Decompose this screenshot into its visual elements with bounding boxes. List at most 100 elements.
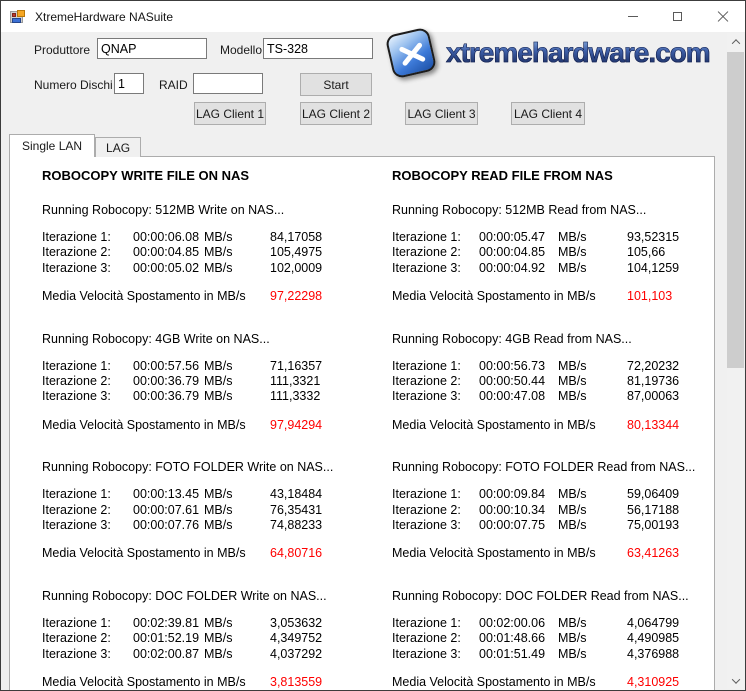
app-icon [10, 9, 26, 24]
logo-text: xtremehardware.com [446, 37, 710, 69]
iteration-row: Iterazione 2:00:01:52.19MB/s4,349752 [42, 631, 372, 646]
raid-input[interactable] [193, 73, 263, 94]
write-test-foto-folder: Running Robocopy: FOTO FOLDER Write on N… [42, 460, 372, 562]
media-value: 64,80716 [270, 546, 372, 561]
iteration-label: Iterazione 3: [392, 518, 479, 533]
iteration-time: 00:00:06.08 [133, 230, 204, 245]
iteration-row: Iterazione 3:00:00:07.75MB/s75,00193 [392, 518, 710, 533]
iteration-value: 81,19736 [627, 374, 710, 389]
iteration-time: 00:00:04.85 [479, 245, 558, 260]
iteration-value: 104,1259 [627, 261, 710, 276]
iteration-label: Iterazione 1: [392, 616, 479, 631]
iteration-time: 00:02:39.81 [133, 616, 204, 631]
write-test-doc-folder: Running Robocopy: DOC FOLDER Write on NA… [42, 589, 372, 691]
media-label: Media Velocità Spostamento in MB/s [392, 418, 627, 433]
chevron-down-icon [731, 675, 739, 683]
write-test-4gb: Running Robocopy: 4GB Write on NAS... It… [42, 332, 372, 434]
media-row: Media Velocità Spostamento in MB/s97,222… [42, 289, 372, 304]
iteration-label: Iterazione 2: [42, 503, 133, 518]
produttore-label: Produttore [34, 43, 90, 57]
lag-client-2-button[interactable]: LAG Client 2 [300, 102, 372, 125]
iteration-row: Iterazione 3:00:02:00.87MB/s4,037292 [42, 647, 372, 662]
iteration-value: 4,349752 [270, 631, 372, 646]
iteration-row: Iterazione 1:00:00:06.08MB/s84,17058 [42, 230, 372, 245]
iteration-unit: MB/s [558, 631, 627, 646]
media-label: Media Velocità Spostamento in MB/s [392, 289, 627, 304]
iteration-value: 76,35431 [270, 503, 372, 518]
vertical-scrollbar[interactable] [727, 33, 744, 689]
iteration-unit: MB/s [558, 503, 627, 518]
numero-dischi-label: Numero Dischi [34, 78, 113, 92]
iteration-label: Iterazione 3: [42, 518, 133, 533]
media-value: 101,103 [627, 289, 710, 304]
iteration-label: Iterazione 3: [42, 261, 133, 276]
single-lan-tabpage: ROBOCOPY WRITE FILE ON NAS Running Roboc… [9, 156, 715, 691]
numero-dischi-input[interactable] [114, 73, 144, 94]
iteration-unit: MB/s [558, 389, 627, 404]
media-value: 80,13344 [627, 418, 710, 433]
iteration-row: Iterazione 3:00:00:36.79MB/s111,3332 [42, 389, 372, 404]
iteration-row: Iterazione 1:00:00:09.84MB/s59,06409 [392, 487, 710, 502]
close-button[interactable] [700, 1, 745, 32]
produttore-input[interactable] [97, 38, 207, 59]
iteration-value: 59,06409 [627, 487, 710, 502]
maximize-button[interactable] [655, 1, 700, 32]
iteration-label: Iterazione 2: [42, 245, 133, 260]
read-column: ROBOCOPY READ FILE FROM NAS Running Robo… [392, 157, 710, 691]
iteration-value: 4,376988 [627, 647, 710, 662]
minimize-icon [628, 16, 638, 17]
lag-client-1-button[interactable]: LAG Client 1 [194, 102, 266, 125]
media-value: 97,94294 [270, 418, 372, 433]
write-column: ROBOCOPY WRITE FILE ON NAS Running Roboc… [42, 157, 372, 691]
iteration-value: 105,66 [627, 245, 710, 260]
iteration-unit: MB/s [204, 245, 270, 260]
media-label: Media Velocità Spostamento in MB/s [42, 289, 270, 304]
read-test-4gb: Running Robocopy: 4GB Read from NAS... I… [392, 332, 710, 434]
media-row: Media Velocità Spostamento in MB/s80,133… [392, 418, 710, 433]
iteration-value: 43,18484 [270, 487, 372, 502]
iteration-unit: MB/s [204, 487, 270, 502]
media-row: Media Velocità Spostamento in MB/s63,412… [392, 546, 710, 561]
lag-client-3-button[interactable]: LAG Client 3 [405, 102, 478, 125]
iteration-label: Iterazione 2: [42, 631, 133, 646]
iteration-unit: MB/s [558, 261, 627, 276]
scrollbar-thumb[interactable] [727, 52, 744, 368]
raid-label: RAID [159, 78, 188, 92]
window-title: XtremeHardware NASuite [35, 10, 173, 24]
read-column-header: ROBOCOPY READ FILE FROM NAS [392, 168, 710, 183]
iteration-row: Iterazione 1:00:00:57.56MB/s71,16357 [42, 359, 372, 374]
tabstrip: Single LAN LAG [9, 134, 141, 157]
modello-input[interactable] [263, 38, 373, 59]
iteration-row: Iterazione 2:00:00:36.79MB/s111,3321 [42, 374, 372, 389]
iteration-time: 00:01:51.49 [479, 647, 558, 662]
scroll-down-button[interactable] [727, 672, 744, 689]
iteration-value: 111,3332 [270, 389, 372, 404]
scroll-up-button[interactable] [727, 33, 744, 50]
iteration-label: Iterazione 2: [392, 245, 479, 260]
iteration-row: Iterazione 2:00:00:10.34MB/s56,17188 [392, 503, 710, 518]
xtremehardware-x-icon [385, 27, 438, 80]
iteration-unit: MB/s [558, 245, 627, 260]
start-button[interactable]: Start [300, 73, 372, 96]
tab-single-lan[interactable]: Single LAN [9, 134, 95, 157]
media-label: Media Velocità Spostamento in MB/s [42, 418, 270, 433]
iteration-row: Iterazione 2:00:00:04.85MB/s105,66 [392, 245, 710, 260]
running-status: Running Robocopy: 4GB Write on NAS... [42, 332, 372, 346]
running-status: Running Robocopy: FOTO FOLDER Write on N… [42, 460, 372, 474]
iteration-label: Iterazione 2: [392, 374, 479, 389]
tab-lag[interactable]: LAG [95, 137, 141, 157]
iteration-unit: MB/s [204, 647, 270, 662]
minimize-button[interactable] [610, 1, 655, 32]
iteration-unit: MB/s [204, 230, 270, 245]
iteration-value: 75,00193 [627, 518, 710, 533]
media-row: Media Velocità Spostamento in MB/s101,10… [392, 289, 710, 304]
iteration-row: Iterazione 3:00:00:47.08MB/s87,00063 [392, 389, 710, 404]
running-status: Running Robocopy: 512MB Write on NAS... [42, 203, 372, 217]
read-test-512mb: Running Robocopy: 512MB Read from NAS...… [392, 203, 710, 305]
iteration-row: Iterazione 3:00:01:51.49MB/s4,376988 [392, 647, 710, 662]
iteration-time: 00:00:57.56 [133, 359, 204, 374]
iteration-unit: MB/s [204, 359, 270, 374]
media-value: 97,22298 [270, 289, 372, 304]
lag-client-4-button[interactable]: LAG Client 4 [511, 102, 585, 125]
iteration-label: Iterazione 3: [392, 261, 479, 276]
